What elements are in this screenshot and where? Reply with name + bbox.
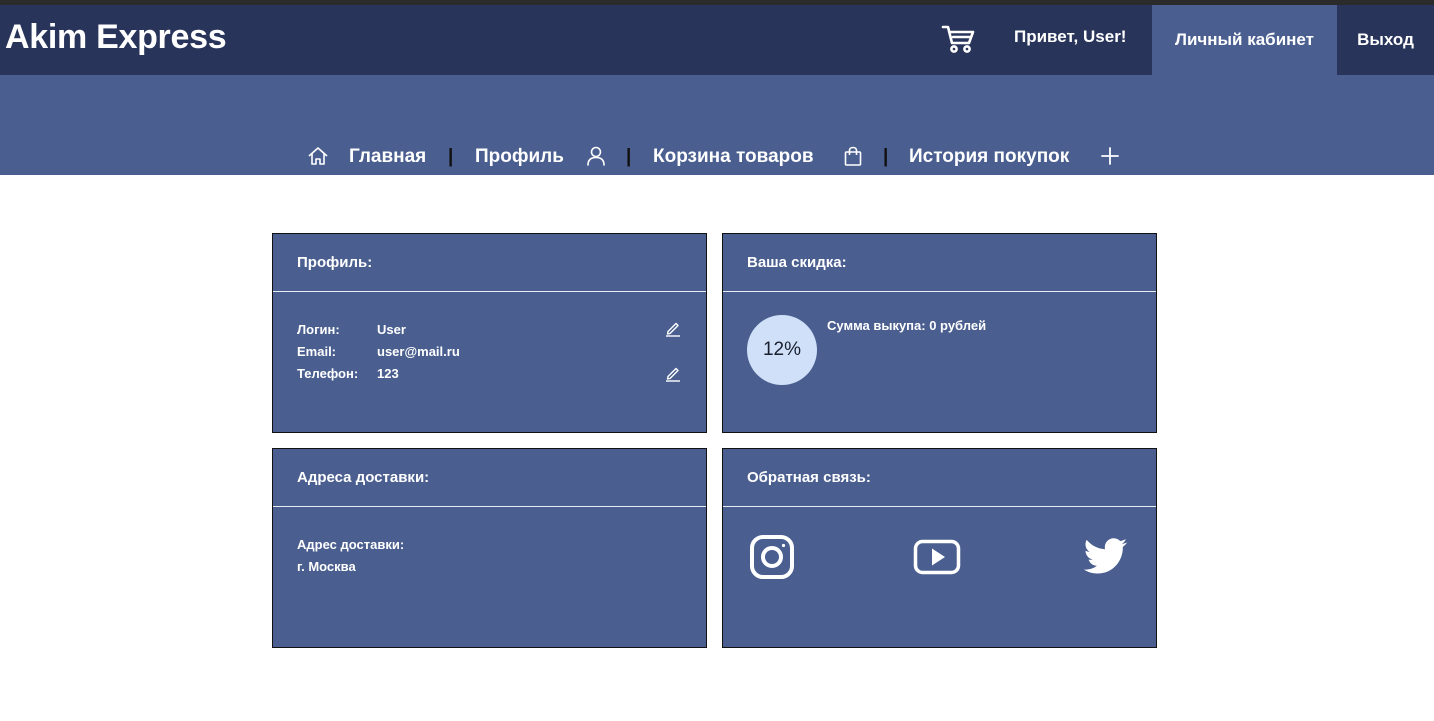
personal-cabinet-button[interactable]: Личный кабинет [1152,5,1337,75]
delivery-card-title: Адреса доставки: [273,449,706,507]
nav-separator: | [626,146,632,167]
profile-row-email: Email: user@mail.ru [297,340,682,362]
nav-item-cart[interactable]: Корзина товаров [653,144,814,170]
phone-value: 123 [377,365,399,381]
nav-bar: Главная | Профиль | Корзина товаров | Ис… [0,75,1434,175]
edit-phone-icon[interactable] [664,364,682,382]
login-label: Логин: [297,321,340,337]
top-header: Akim Express Привет, User! Личный кабине… [0,5,1434,75]
nav-item-profile[interactable]: Профиль [475,144,564,170]
phone-label: Телефон: [297,365,359,381]
profile-card-body: Логин: User Email: user@mail.ru Телефон:… [273,292,706,410]
twitter-icon[interactable] [1081,533,1129,581]
purchase-sum-text: Сумма выкупа: 0 рублей [827,318,987,333]
feedback-card: Обратная связь: [722,448,1157,648]
brand-logo[interactable]: Akim Express [5,18,227,57]
edit-login-icon[interactable] [664,319,682,337]
nav-separator: | [883,146,889,167]
delivery-card-body: Адрес доставки: г. Москва [273,507,706,603]
feedback-card-body [723,507,1156,647]
logout-label: Выход [1357,30,1414,49]
discount-card-title: Ваша скидка: [723,234,1156,292]
email-label: Email: [297,343,337,359]
personal-cabinet-label: Личный кабинет [1175,30,1314,49]
nav-item-home[interactable]: Главная [349,144,426,170]
user-icon[interactable] [585,145,607,167]
discount-card-body: 12% Сумма выкупа: 0 рублей [723,292,1156,432]
nav-separator: | [448,146,454,167]
login-value: User [377,321,406,337]
logout-button[interactable]: Выход [1337,5,1434,75]
discount-card: Ваша скидка: 12% Сумма выкупа: 0 рублей [722,233,1157,433]
discount-percent-badge: 12% [747,315,817,385]
greeting-text: Привет, User! [1014,27,1127,46]
delivery-address-value: г. Москва [297,558,356,574]
profile-card: Профиль: Логин: User Email: user@mail.ru… [272,233,707,433]
delivery-card: Адреса доставки: Адрес доставки: г. Моск… [272,448,707,648]
home-icon[interactable] [307,145,329,167]
shopping-bag-icon[interactable] [842,145,864,167]
plus-icon[interactable] [1099,145,1121,167]
nav-item-history[interactable]: История покупок [909,144,1069,170]
feedback-card-title: Обратная связь: [723,449,1156,507]
profile-row-phone: Телефон: 123 [297,362,682,384]
instagram-icon[interactable] [748,533,796,581]
profile-card-title: Профиль: [273,234,706,292]
shopping-cart-icon[interactable] [940,23,976,55]
youtube-icon[interactable] [913,533,961,581]
delivery-address-label: Адрес доставки: [297,536,405,552]
profile-row-login: Логин: User [297,318,682,340]
email-value: user@mail.ru [377,343,460,359]
